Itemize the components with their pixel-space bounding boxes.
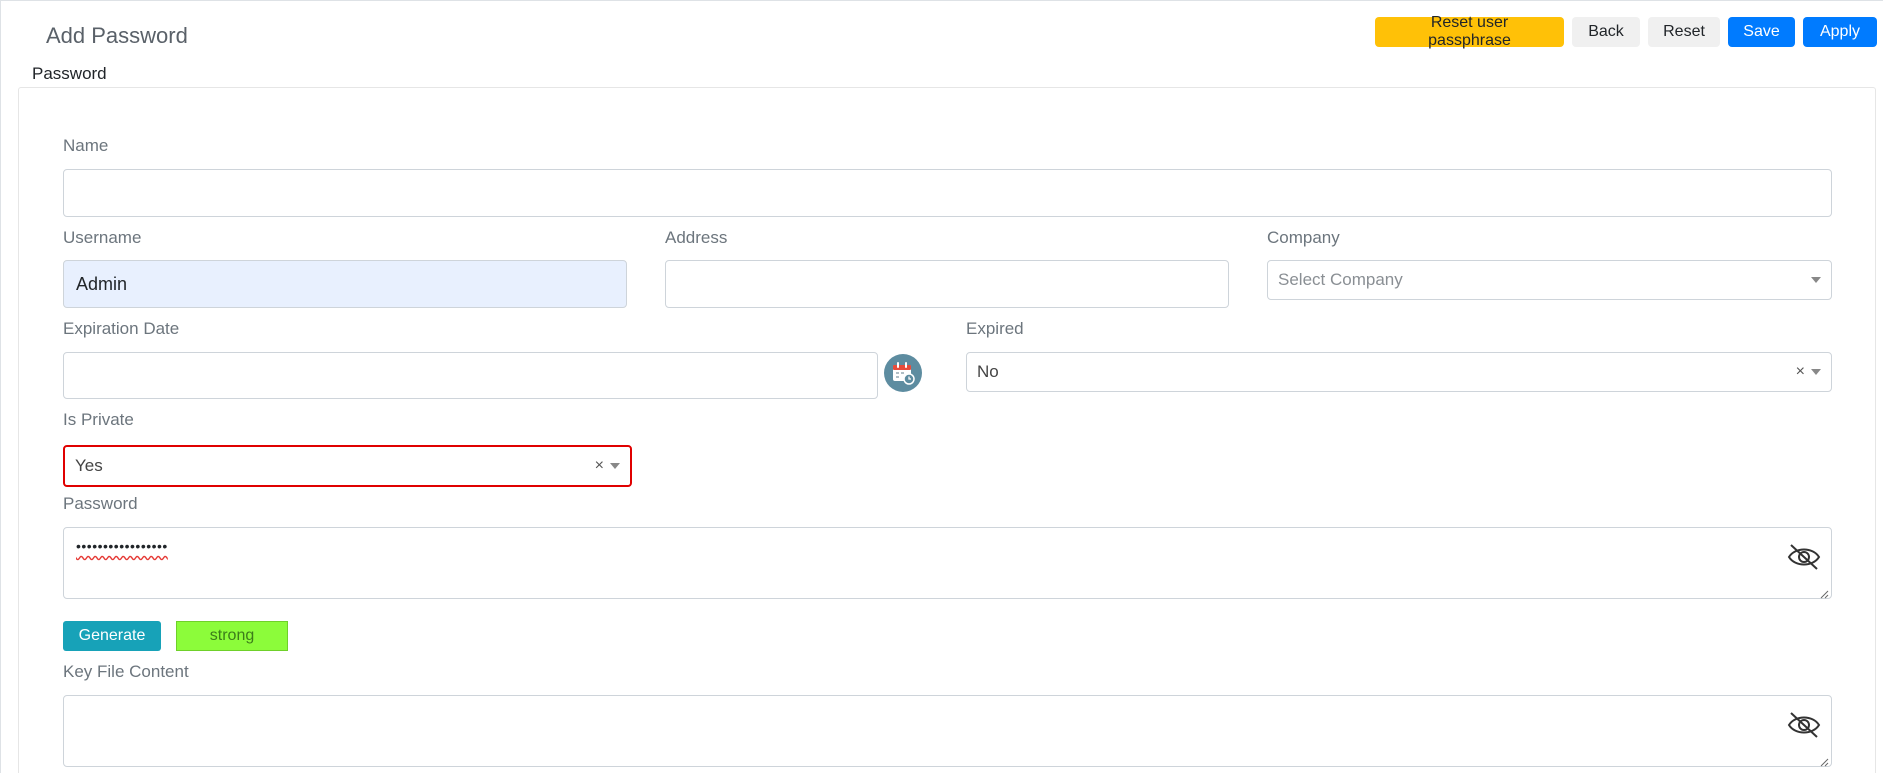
- username-input[interactable]: Admin: [63, 260, 627, 308]
- username-label: Username: [63, 228, 142, 247]
- reset-button[interactable]: Reset: [1648, 17, 1720, 47]
- company-label: Company: [1267, 228, 1340, 247]
- name-input[interactable]: [63, 169, 1832, 217]
- clear-icon[interactable]: ×: [595, 457, 604, 475]
- expiration-date-input[interactable]: [63, 352, 878, 399]
- expired-label: Expired: [966, 319, 1024, 338]
- key-file-content-textarea[interactable]: [63, 695, 1832, 767]
- key-file-content-label: Key File Content: [63, 662, 189, 681]
- eye-slash-icon[interactable]: [1787, 710, 1821, 740]
- save-button[interactable]: Save: [1728, 17, 1795, 47]
- expired-select-value: No: [977, 362, 999, 381]
- company-select-placeholder: Select Company: [1278, 270, 1403, 289]
- generate-button[interactable]: Generate: [63, 621, 161, 651]
- address-label: Address: [665, 228, 728, 247]
- page-title: Add Password: [46, 23, 188, 48]
- chevron-down-icon: [1811, 277, 1821, 283]
- apply-button[interactable]: Apply: [1803, 17, 1877, 47]
- password-value: •••••••••••••••••: [76, 538, 168, 554]
- password-textarea[interactable]: •••••••••••••••••: [63, 527, 1832, 599]
- chevron-down-icon: [610, 463, 620, 469]
- is-private-label: Is Private: [63, 410, 134, 429]
- is-private-select[interactable]: Yes ×: [63, 445, 632, 487]
- eye-slash-icon[interactable]: [1787, 542, 1821, 572]
- is-private-select-value: Yes: [75, 456, 103, 475]
- password-strength-badge: strong: [176, 621, 288, 651]
- resize-handle-icon[interactable]: [1819, 754, 1829, 767]
- resize-handle-icon[interactable]: [1819, 586, 1829, 599]
- toolbar: Reset user passphrase Back Reset Save Ap…: [1375, 14, 1877, 49]
- add-password-page: Add Password Reset user passphrase Back …: [0, 0, 1883, 773]
- company-select[interactable]: Select Company: [1267, 260, 1832, 300]
- calendar-icon[interactable]: [884, 354, 922, 392]
- clear-icon[interactable]: ×: [1796, 363, 1805, 381]
- password-label: Password: [63, 494, 138, 513]
- chevron-down-icon: [1811, 369, 1821, 375]
- reset-user-passphrase-button[interactable]: Reset user passphrase: [1375, 14, 1564, 49]
- section-title: Password: [32, 64, 107, 83]
- back-button[interactable]: Back: [1572, 17, 1640, 47]
- address-input[interactable]: [665, 260, 1229, 308]
- expiration-date-label: Expiration Date: [63, 319, 180, 338]
- expired-select[interactable]: No ×: [966, 352, 1832, 392]
- name-label: Name: [63, 136, 109, 155]
